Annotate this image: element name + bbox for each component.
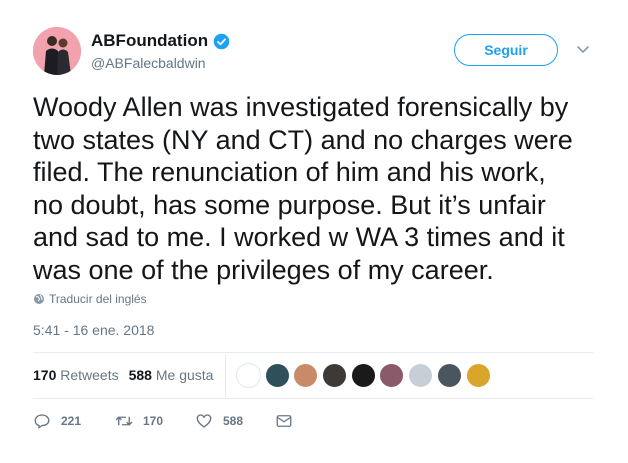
author-avatar-image — [33, 27, 81, 75]
tweet-actions: 221 170 588 — [33, 412, 333, 432]
retweets-stat-count: 170 — [33, 367, 57, 383]
globe-icon — [34, 294, 44, 304]
tweet-line: no doubt, has some purpose. But it’s unf… — [33, 189, 546, 220]
heart-icon — [196, 414, 212, 428]
liker-avatar-1[interactable] — [236, 363, 261, 388]
author-name[interactable]: ABFoundation — [91, 31, 208, 51]
tweet-stats: 170 Retweets 588 Me gusta — [33, 367, 213, 383]
retweets-stat-label: Retweets — [60, 367, 119, 383]
tweet-line: two states (NY and CT) and no charges we… — [33, 124, 573, 155]
liker-avatar-4[interactable] — [322, 363, 348, 388]
retweet-icon — [115, 416, 133, 426]
translate-label[interactable]: Traducir del inglés — [49, 292, 147, 306]
likes-stat[interactable]: 588 Me gusta — [129, 367, 214, 383]
chevron-down-icon[interactable] — [576, 44, 590, 56]
liker-avatar-3[interactable] — [293, 363, 319, 388]
liker-avatar-9[interactable] — [465, 363, 491, 388]
follow-button[interactable]: Seguir — [454, 34, 558, 66]
liker-avatar-6[interactable] — [379, 363, 405, 388]
author-handle[interactable]: @ABFalecbaldwin — [91, 55, 206, 71]
translate-link[interactable]: Traducir del inglés — [33, 292, 147, 306]
like-count: 588 — [223, 414, 244, 428]
likers-avatars — [236, 363, 494, 388]
reply-count: 221 — [61, 414, 82, 428]
liker-avatar-2[interactable] — [264, 363, 290, 388]
tweet-line: was one of the privileges of my career. — [33, 254, 494, 285]
retweet-count: 170 — [143, 414, 164, 428]
divider — [33, 398, 593, 399]
like-button[interactable]: 588 — [195, 412, 243, 430]
tweet-line: filed. The renunciation of him and his w… — [33, 157, 546, 187]
liker-avatar-5[interactable] — [350, 363, 376, 388]
tweet-text: Woody Allen was investigated forensicall… — [33, 91, 608, 286]
likes-stat-label: Me gusta — [155, 367, 214, 383]
tweet-line: Woody Allen was investigated forensicall… — [33, 92, 569, 122]
likes-stat-count: 588 — [128, 367, 152, 383]
direct-message-button[interactable] — [275, 412, 293, 430]
liker-avatar-8[interactable] — [436, 363, 462, 388]
author-avatar[interactable] — [33, 27, 81, 75]
divider — [33, 352, 593, 353]
verified-badge-icon — [213, 33, 230, 49]
reply-icon — [34, 414, 50, 429]
retweet-button[interactable]: 170 — [115, 412, 163, 430]
tweet-line: and sad to me. I worked w WA 3 times and… — [33, 222, 565, 252]
author-name-row[interactable]: ABFoundation — [91, 31, 230, 51]
retweets-stat[interactable]: 170 Retweets — [33, 367, 119, 383]
tweet-timestamp[interactable]: 5:41 - 16 ene. 2018 — [33, 322, 154, 338]
envelope-icon — [276, 415, 292, 427]
reply-button[interactable]: 221 — [33, 412, 81, 430]
stats-separator — [225, 355, 226, 397]
liker-avatar-7[interactable] — [408, 363, 434, 388]
